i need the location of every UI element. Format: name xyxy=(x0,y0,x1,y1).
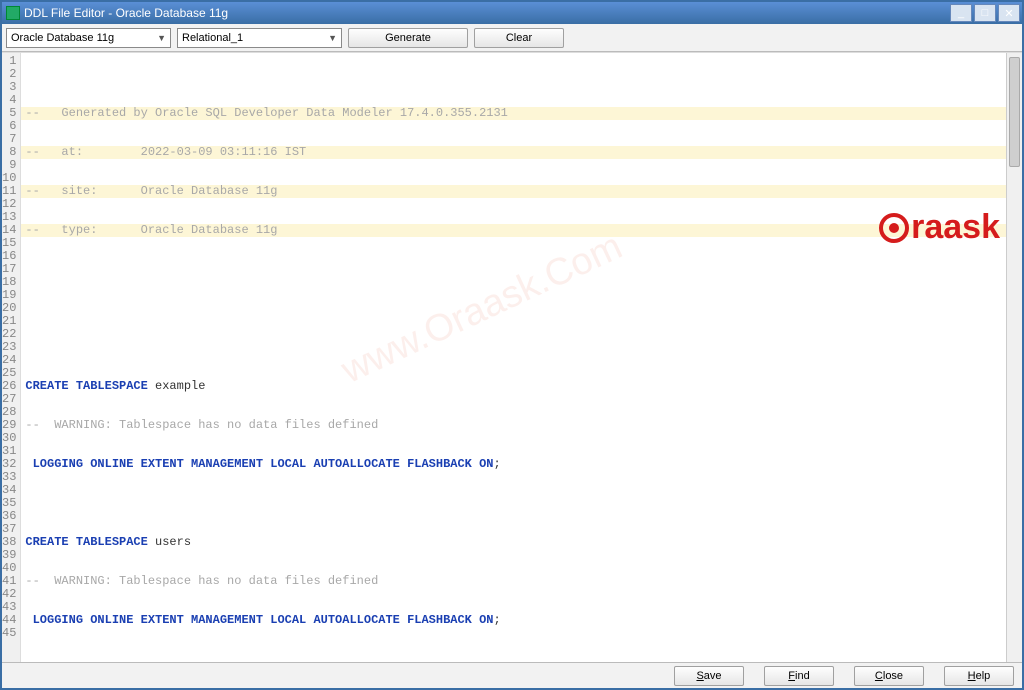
model-combo[interactable]: Relational_1 ▼ xyxy=(177,28,342,48)
line-gutter: 1234567891011121314151617181920212223242… xyxy=(2,53,21,662)
code-viewport[interactable]: www.Oraask.Com -- Generated by Oracle SQ… xyxy=(21,53,1022,662)
code-line: -- site: Oracle Database 11g xyxy=(25,184,277,198)
maximize-button[interactable]: □ xyxy=(974,4,996,22)
minimize-button[interactable]: _ xyxy=(950,4,972,22)
toolbar: Oracle Database 11g ▼ Relational_1 ▼ Gen… xyxy=(2,24,1022,52)
help-button[interactable]: Help xyxy=(944,666,1014,686)
editor-area: 1234567891011121314151617181920212223242… xyxy=(2,52,1022,662)
chevron-down-icon: ▼ xyxy=(157,33,166,43)
database-combo-value: Oracle Database 11g xyxy=(11,32,114,44)
chevron-down-icon: ▼ xyxy=(328,33,337,43)
close-bottom-button[interactable]: Close xyxy=(854,666,924,686)
app-icon xyxy=(6,6,20,20)
vertical-scrollbar[interactable] xyxy=(1006,53,1022,662)
window-title: DDL File Editor - Oracle Database 11g xyxy=(24,6,228,20)
titlebar: DDL File Editor - Oracle Database 11g _ … xyxy=(2,2,1022,24)
code-line: -- type: Oracle Database 11g xyxy=(25,223,277,237)
code-line: -- at: 2022-03-09 03:11:16 IST xyxy=(25,145,306,159)
window-buttons: _ □ ✕ xyxy=(950,4,1020,22)
close-button[interactable]: ✕ xyxy=(998,4,1020,22)
model-combo-value: Relational_1 xyxy=(182,32,243,44)
find-button[interactable]: Find xyxy=(764,666,834,686)
database-combo[interactable]: Oracle Database 11g ▼ xyxy=(6,28,171,48)
clear-button[interactable]: Clear xyxy=(474,28,564,48)
save-button[interactable]: Save xyxy=(674,666,744,686)
code-line: -- Generated by Oracle SQL Developer Dat… xyxy=(25,106,507,120)
bottom-bar: Save Find Close Help xyxy=(2,662,1022,688)
generate-button[interactable]: Generate xyxy=(348,28,468,48)
scrollbar-thumb[interactable] xyxy=(1009,57,1020,167)
